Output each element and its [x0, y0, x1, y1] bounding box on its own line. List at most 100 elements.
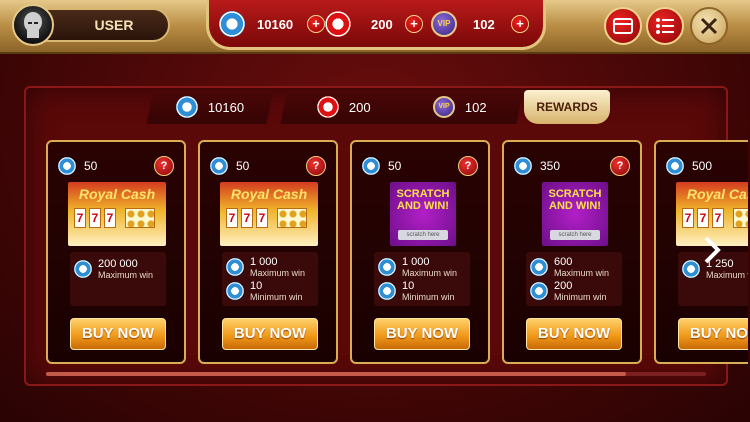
win-amount: 1 000	[250, 255, 278, 268]
min-win: 10 Minimum win	[378, 280, 455, 302]
blue-chip-icon	[530, 258, 548, 276]
help-button[interactable]: ?	[610, 156, 630, 176]
win-info: 200 000 Maximum win	[70, 252, 166, 306]
card-price: 50	[210, 156, 249, 176]
blue-chip-icon	[219, 11, 245, 37]
win-amount: 1 000	[402, 255, 430, 268]
min-win: 10 Minimum win	[226, 280, 303, 302]
blue-chip-icon	[58, 157, 76, 175]
chips-value: 200	[371, 16, 393, 32]
card-button[interactable]	[604, 7, 642, 45]
card-price: 50	[58, 156, 97, 176]
buy-now-button[interactable]: BUY NOW	[678, 318, 748, 350]
tab-coins-value: 10160	[207, 99, 245, 115]
help-button[interactable]: ?	[458, 156, 478, 176]
card-icon	[613, 18, 633, 34]
royal-cash-ticket: Royal Cash 777	[68, 182, 166, 246]
tab-chips[interactable]: 200	[280, 90, 408, 124]
ticket-card: 50 ? Royal Cash 777 1 000 Maximum win 10 M…	[198, 140, 338, 364]
card-price: 50	[362, 156, 401, 176]
coins-balance: 10160 +	[219, 11, 329, 37]
price-value: 500	[692, 159, 713, 173]
coins-value: 10160	[257, 16, 294, 32]
buy-now-button[interactable]: BUY NOW	[70, 318, 166, 350]
scratch-ticket: SCRATCH AND WIN! scratch here	[390, 182, 456, 246]
blue-chip-icon	[514, 157, 532, 175]
win-info: 1 000 Maximum win 10 Minimum win	[222, 252, 318, 306]
menu-button[interactable]	[646, 7, 684, 45]
help-button[interactable]: ?	[154, 156, 174, 176]
currency-bar: 10160 + 200 + VIP 102 +	[206, 0, 546, 50]
tab-coins[interactable]: 10160	[146, 90, 274, 124]
vip-balance: VIP 102 +	[431, 11, 541, 37]
vip-icon: VIP	[431, 11, 457, 37]
card-price: 500	[666, 156, 712, 176]
slot-reels: 777	[682, 208, 748, 228]
slot-reels: 777	[226, 208, 307, 228]
ticket-card: 50 ? Royal Cash 777 200 000 Maximum win B…	[46, 140, 186, 364]
max-win: 1 000 Maximum win	[226, 256, 305, 278]
blue-chip-icon	[210, 157, 228, 175]
red-chip-icon	[317, 96, 340, 118]
chevron-right-icon	[704, 236, 721, 264]
win-label: Maximum win	[98, 269, 154, 280]
blue-chip-icon	[666, 157, 684, 175]
vip-icon: VIP	[433, 96, 456, 118]
price-value: 50	[84, 159, 98, 173]
user-profile[interactable]: USER	[12, 4, 170, 46]
win-label: Minimum win	[402, 291, 455, 302]
horizontal-scrollbar[interactable]	[46, 372, 706, 376]
ticket-title: Royal Cash	[78, 186, 156, 202]
tab-vip-value: 102	[465, 99, 487, 115]
blue-chip-icon	[378, 258, 396, 276]
blue-chip-icon	[226, 282, 244, 300]
buy-now-button[interactable]: BUY NOW	[526, 318, 622, 350]
tab-vip[interactable]: VIP 102	[396, 90, 524, 124]
win-label: Minimum win	[554, 291, 607, 302]
add-vip-button[interactable]: +	[511, 15, 529, 33]
ticket-title: Royal Cash	[686, 186, 748, 202]
blue-chip-icon	[74, 260, 92, 278]
help-button[interactable]: ?	[306, 156, 326, 176]
ticket-card: 350 ? SCRATCH AND WIN! scratch here 600 M…	[502, 140, 642, 364]
price-value: 50	[388, 159, 402, 173]
buy-now-button[interactable]: BUY NOW	[222, 318, 318, 350]
royal-cash-ticket: Royal Cash 777	[220, 182, 318, 246]
tab-rewards[interactable]: REWARDS	[524, 90, 610, 124]
blue-chip-icon	[362, 157, 380, 175]
price-value: 50	[236, 159, 250, 173]
close-button[interactable]	[690, 7, 728, 45]
blue-chip-icon	[530, 282, 548, 300]
win-amount: 200 000	[98, 257, 138, 270]
card-price: 350	[514, 156, 560, 176]
buy-now-button[interactable]: BUY NOW	[374, 318, 470, 350]
top-bar: USER 10160 + 200 + VIP 102 +	[0, 0, 750, 54]
win-amount: 10	[250, 279, 263, 292]
tab-chips-value: 200	[349, 99, 371, 115]
blue-chip-icon	[175, 96, 198, 118]
blue-chip-icon	[378, 282, 396, 300]
chips-balance: 200 +	[325, 11, 425, 37]
min-win: 200 Minimum win	[530, 280, 607, 302]
scroll-thumb[interactable]	[46, 372, 626, 376]
ticket-title: Royal Cash	[230, 186, 308, 202]
avatar[interactable]	[12, 4, 54, 46]
next-arrow-button[interactable]	[700, 232, 724, 268]
price-value: 350	[540, 159, 561, 173]
win-amount: 200	[554, 279, 573, 292]
ticket-title: SCRATCH AND WIN!	[548, 188, 602, 212]
win-label: Maximum win	[250, 267, 306, 278]
win-info: 600 Maximum win 200 Minimum win	[526, 252, 622, 306]
win-info: 1 000 Maximum win 10 Minimum win	[374, 252, 470, 306]
win-label: Minimum win	[250, 291, 303, 302]
blue-chip-icon	[682, 260, 700, 278]
add-coins-button[interactable]: +	[307, 15, 325, 33]
max-win: 200 000 Maximum win	[74, 258, 153, 280]
scratch-ticket: SCRATCH AND WIN! scratch here	[542, 182, 608, 246]
slot-reels: 777	[74, 208, 155, 228]
scratch-area: scratch here	[550, 230, 600, 240]
win-amount: 10	[402, 279, 415, 292]
win-amount: 600	[554, 255, 573, 268]
add-chips-button[interactable]: +	[405, 15, 423, 33]
max-win: 600 Maximum win	[530, 256, 609, 278]
